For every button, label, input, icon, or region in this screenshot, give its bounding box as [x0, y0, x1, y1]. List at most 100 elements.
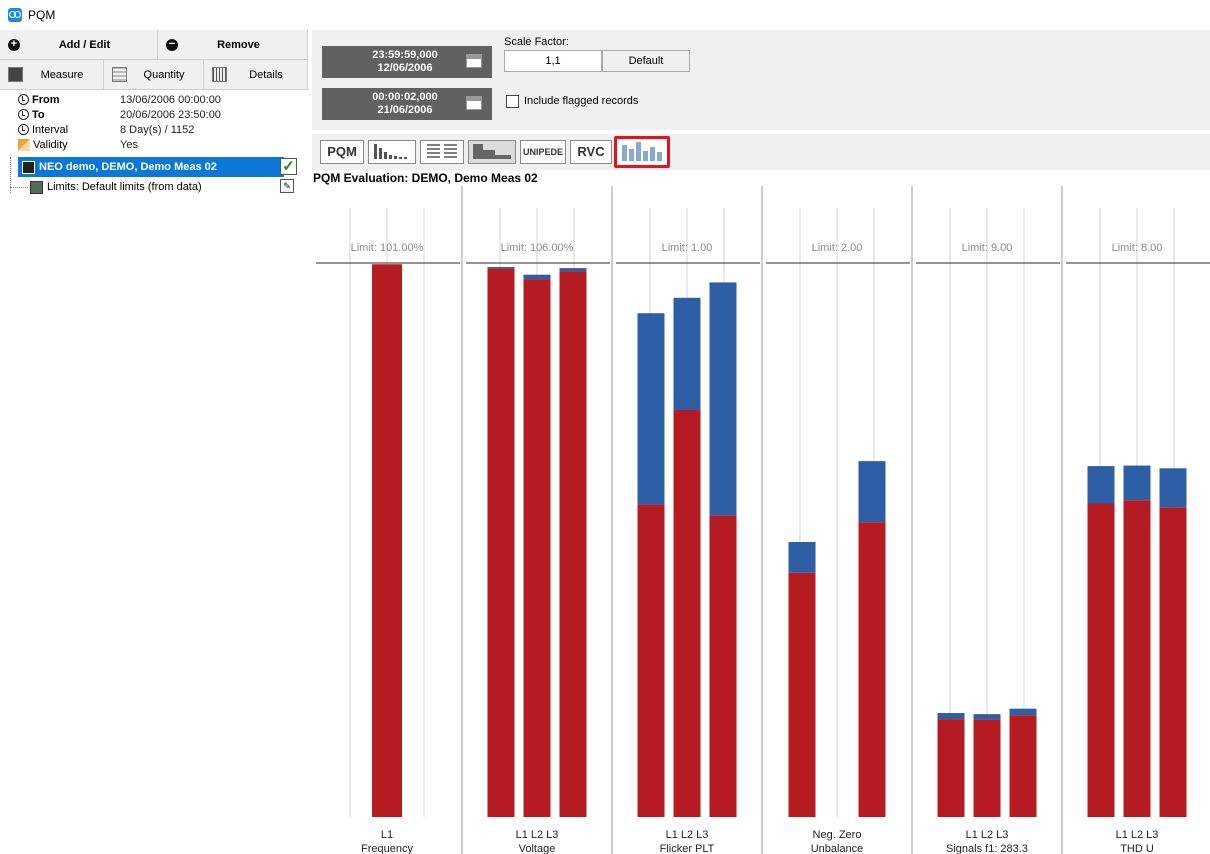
group-name: THD U — [1120, 843, 1154, 854]
view-histogram-button[interactable] — [368, 140, 416, 164]
bar-segment-red — [858, 522, 886, 817]
limit-label: Limit: 9.00 — [962, 242, 1013, 254]
tree-item-measurement[interactable]: NEO demo, DEMO, Demo Meas 02 ✓ — [18, 157, 297, 177]
bar-segment-blue — [673, 297, 701, 410]
tab-details[interactable]: Details — [204, 60, 308, 89]
histogram-icon — [374, 144, 407, 159]
bar-segment-blue — [487, 267, 515, 269]
bar-segment-blue — [858, 461, 886, 523]
tab-quantity[interactable]: Quantity — [104, 60, 204, 89]
window-title: PQM — [28, 8, 56, 22]
bar-segment-red — [372, 264, 402, 817]
bar-category-labels: L1 L2 L3 — [1116, 829, 1159, 841]
measurement-properties: From 13/06/2006 00:00:00 To 20/06/2006 2… — [0, 90, 308, 154]
prop-to: To 20/06/2006 23:50:00 — [18, 107, 308, 122]
edit-toolbar: + Add / Edit − Remove — [0, 30, 308, 60]
calendar-icon[interactable] — [466, 96, 482, 110]
chart-title: PQM Evaluation: DEMO, Demo Meas 02 — [313, 171, 538, 185]
quantity-icon — [112, 67, 127, 82]
bar-segment-red — [973, 719, 1001, 817]
bar-category-labels: L1 L2 L3 — [666, 829, 709, 841]
bar-segment-blue — [788, 542, 816, 573]
view-table-button[interactable] — [420, 140, 464, 164]
tab-bar: Measure Quantity Details — [0, 60, 308, 90]
bar-segment-blue — [937, 713, 965, 720]
bar-segment-blue — [1009, 708, 1037, 716]
limit-label: Limit: 1.00 — [662, 242, 713, 254]
prop-validity: Validity Yes — [18, 137, 308, 152]
measurement-tree: NEO demo, DEMO, Demo Meas 02 ✓ Limits: D… — [0, 157, 308, 197]
bar-segment-red — [523, 279, 551, 818]
left-panel: + Add / Edit − Remove Measure Quantity D… — [0, 30, 308, 854]
tab-measure[interactable]: Measure — [0, 60, 104, 89]
limit-label: Limit: 8.00 — [1112, 242, 1163, 254]
edit-limits-icon[interactable]: ✎ — [280, 179, 294, 193]
include-flagged-label: Include flagged records — [524, 95, 639, 107]
bar-segment-blue — [523, 274, 551, 280]
bar-segment-red — [1123, 500, 1151, 817]
include-checkbox[interactable]: ✓ — [280, 158, 297, 175]
view-unipede-button[interactable]: UNIPEDE — [520, 140, 566, 164]
default-button[interactable]: Default — [602, 50, 690, 72]
limit-label: Limit: 2.00 — [812, 242, 863, 254]
limit-label: Limit: 106.00% — [501, 242, 574, 254]
group-name: Flicker PLT — [660, 843, 715, 854]
pqm-bar-chart: Limit: 101.00% L1 Frequency Limit: 106.00% L… — [316, 186, 1210, 854]
bar-segment-red — [709, 515, 737, 817]
bar-segment-blue — [637, 313, 665, 505]
bar-segment-blue — [1159, 468, 1187, 508]
validity-icon — [18, 138, 30, 151]
prop-interval: Interval 8 Day(s) / 1152 — [18, 122, 308, 137]
view-pqm-button[interactable]: PQM — [320, 140, 364, 164]
bar-category-labels: L1 L2 L3 — [516, 829, 559, 841]
bar-segment-red — [673, 410, 701, 817]
remove-button[interactable]: − Remove — [158, 30, 308, 59]
bar-segment-blue — [973, 714, 1001, 720]
bar-segment-red — [1087, 503, 1115, 817]
bar-category-labels: Neg. Zero — [813, 829, 862, 841]
view-bar-chart-button[interactable] — [614, 136, 670, 168]
table-icon — [427, 144, 457, 158]
clock-icon — [18, 109, 29, 120]
details-icon — [212, 67, 227, 82]
bar-chart-icon — [622, 142, 662, 161]
bar-segment-red — [487, 268, 515, 817]
device-icon — [22, 160, 35, 174]
bar-segment-red — [937, 719, 965, 817]
view-toolbar: PQM UNIPEDE RVC — [312, 134, 1210, 170]
clock-icon — [18, 94, 29, 105]
calendar-icon[interactable] — [466, 54, 482, 68]
limit-label: Limit: 101.00% — [351, 242, 424, 254]
bar-category-labels: L1 L2 L3 — [966, 829, 1009, 841]
title-bar: PQM — [0, 0, 1210, 30]
measure-icon — [8, 67, 23, 82]
minus-icon: − — [166, 38, 178, 51]
add-edit-button[interactable]: + Add / Edit — [0, 30, 158, 59]
end-datetime-picker[interactable]: 00:00:02,000 21/06/2006 — [322, 88, 492, 120]
include-flagged-checkbox[interactable] — [506, 95, 519, 108]
bar-segment-blue — [1123, 465, 1151, 501]
duration-curve-icon — [473, 144, 511, 159]
group-name: Signals f1: 283.3 — [946, 843, 1028, 854]
tree-item-limits[interactable]: Limits: Default limits (from data) ✎ — [10, 177, 294, 197]
bar-segment-blue — [709, 282, 737, 516]
scale-factor-label: Scale Factor: — [504, 36, 569, 48]
start-datetime-picker[interactable]: 23:59:59,000 12/06/2006 — [322, 46, 492, 78]
scale-factor-input[interactable]: 1,1 — [504, 50, 602, 72]
plus-icon: + — [8, 38, 20, 51]
bar-segment-red — [1159, 507, 1187, 817]
bar-category-labels: L1 — [381, 829, 393, 841]
bar-segment-red — [559, 271, 587, 817]
view-rvc-button[interactable]: RVC — [570, 140, 612, 164]
bar-segment-red — [637, 504, 665, 817]
view-duration-button[interactable] — [468, 140, 516, 164]
group-name: Voltage — [519, 843, 556, 854]
prop-from: From 13/06/2006 00:00:00 — [18, 92, 308, 107]
group-name: Unbalance — [811, 843, 864, 854]
group-name: Frequency — [361, 843, 413, 854]
bar-segment-red — [788, 572, 816, 817]
bar-segment-red — [1009, 715, 1037, 817]
time-range-toolbar: 23:59:59,000 12/06/2006 00:00:02,000 21/… — [312, 30, 1210, 130]
app-icon — [8, 8, 22, 22]
bar-segment-blue — [1087, 466, 1115, 504]
